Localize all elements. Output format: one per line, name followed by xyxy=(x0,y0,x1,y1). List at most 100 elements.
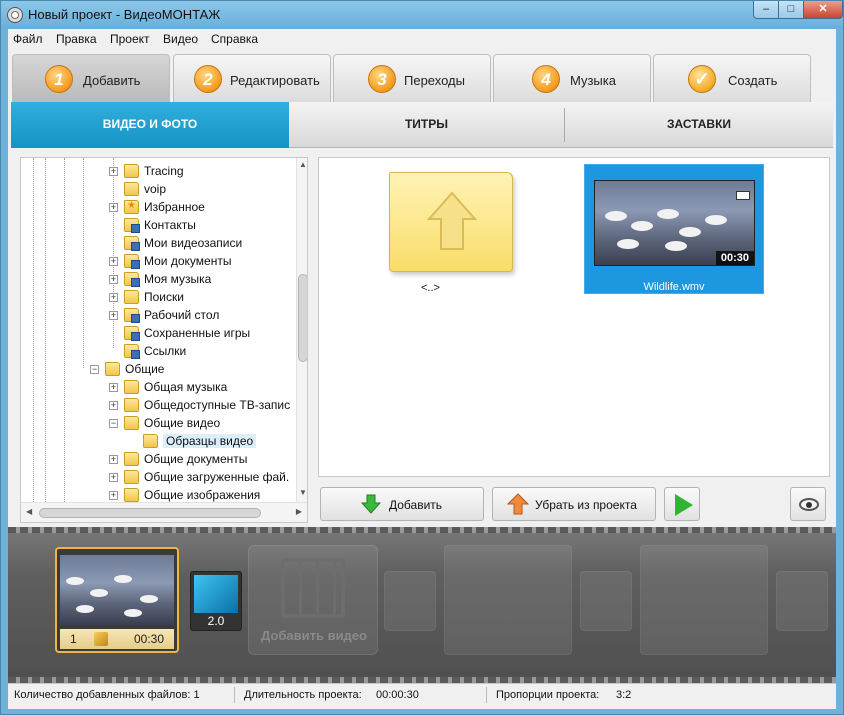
expand-icon[interactable]: + xyxy=(109,256,118,266)
add-button[interactable]: Добавить xyxy=(320,487,484,521)
ratio-label: Пропорции проекта: xyxy=(496,689,600,701)
subtab-intros[interactable]: ЗАСТАВКИ xyxy=(565,102,833,148)
thumbnail-detail xyxy=(140,595,158,603)
tab-add[interactable]: 1 Добавить xyxy=(12,54,170,104)
expand-icon[interactable]: + xyxy=(109,490,118,500)
thumbnail-detail xyxy=(631,221,653,231)
transition-tile[interactable]: 2.0 xyxy=(190,571,242,631)
film-sprocket xyxy=(8,527,836,533)
expand-icon xyxy=(128,437,137,446)
title-bar: Новый проект - ВидеоМОНТАЖ – □ ✕ xyxy=(1,1,843,29)
video-file-tile[interactable]: 00:30 Wildlife.wmv xyxy=(584,164,764,294)
tree-item[interactable]: + Общие загруженные фай. xyxy=(109,468,289,486)
expand-icon xyxy=(109,239,118,248)
menu-project[interactable]: Проект xyxy=(110,32,150,46)
collapse-icon[interactable]: − xyxy=(109,418,118,428)
expand-icon[interactable]: + xyxy=(109,454,118,464)
tree-item[interactable]: + Моя музыка xyxy=(109,270,211,288)
menu-bar: Файл Правка Проект Видео Справка xyxy=(8,29,836,49)
tree-item[interactable]: + Общая музыка xyxy=(109,378,227,396)
tab-transitions[interactable]: 3 Переходы xyxy=(333,54,491,102)
scroll-right-icon[interactable]: ▶ xyxy=(296,507,302,516)
scroll-down-icon[interactable]: ▼ xyxy=(297,488,307,500)
tree-item[interactable]: Ссылки xyxy=(109,342,186,360)
transition-duration: 2.0 xyxy=(207,614,225,628)
expand-icon[interactable]: + xyxy=(109,202,118,212)
subtab-titles[interactable]: ТИТРЫ xyxy=(289,102,564,148)
scroll-left-icon[interactable]: ◀ xyxy=(26,507,32,516)
tree-item-label: Поиски xyxy=(144,290,184,304)
expand-icon[interactable]: + xyxy=(109,292,118,302)
expand-icon[interactable]: + xyxy=(109,382,118,392)
eye-icon xyxy=(799,498,819,511)
music-folder-icon xyxy=(124,272,140,287)
tree-item[interactable]: + Общедоступные ТВ-запис xyxy=(109,396,290,414)
tree-horizontal-scrollbar[interactable]: ◀ ▶ xyxy=(21,502,307,522)
expand-icon[interactable]: + xyxy=(109,274,118,284)
tree-item[interactable]: + Избранное xyxy=(109,198,205,216)
tree-item-label: Общие документы xyxy=(144,452,248,466)
tab-edit[interactable]: 2 Редактировать xyxy=(173,54,331,102)
tree-item[interactable]: Мои видеозаписи xyxy=(109,234,242,252)
empty-transition-slot xyxy=(384,571,436,631)
tree-item[interactable]: + Рабочий стол xyxy=(109,306,219,324)
tab-music[interactable]: 4 Музыка xyxy=(493,54,651,102)
close-button[interactable]: ✕ xyxy=(803,1,843,19)
tab-create[interactable]: ✓ Создать xyxy=(653,54,811,102)
tree-guide-line xyxy=(83,158,84,368)
tree-item[interactable]: − Общие xyxy=(90,360,164,378)
tree-item-selected[interactable]: Образцы видео xyxy=(128,432,257,450)
tree-item-label: Мои документы xyxy=(144,254,232,268)
expand-icon[interactable]: + xyxy=(109,472,118,482)
tree-item[interactable]: + Мои документы xyxy=(109,252,231,270)
menu-file[interactable]: Файл xyxy=(13,32,43,46)
timeline-clip[interactable]: 1 00:30 xyxy=(55,547,179,653)
tree-item-label: Общие изображения xyxy=(144,488,261,502)
parent-folder-tile[interactable] xyxy=(389,172,513,272)
pencil-icon[interactable] xyxy=(94,632,108,646)
step-1-icon: 1 xyxy=(45,65,73,93)
searches-folder-icon xyxy=(124,290,139,304)
expand-icon[interactable]: + xyxy=(109,400,118,410)
storyboard-timeline: 1 00:30 2.0 Добавить видео xyxy=(8,527,836,683)
tree-item[interactable]: voip xyxy=(109,180,166,198)
folder-tree[interactable]: + Tracing voip + Избранное Контакты Мои ви… xyxy=(20,157,308,523)
tree-vertical-scrollbar[interactable]: ▲ ▼ xyxy=(296,158,307,502)
scroll-thumb[interactable] xyxy=(298,274,307,362)
video-duration: 00:30 xyxy=(715,251,754,265)
menu-video[interactable]: Видео xyxy=(163,32,198,46)
play-button[interactable] xyxy=(664,487,700,521)
remove-from-project-button[interactable]: Убрать из проекта xyxy=(492,487,656,521)
ratio-value: 3:2 xyxy=(616,689,632,701)
add-video-slot[interactable]: Добавить видео xyxy=(248,545,378,655)
minimize-button[interactable]: – xyxy=(753,1,779,19)
favorites-folder-icon xyxy=(124,200,139,214)
remove-button-label: Убрать из проекта xyxy=(535,498,637,512)
empty-clip-slot xyxy=(640,545,768,655)
collapse-icon[interactable]: − xyxy=(90,364,99,374)
expand-icon[interactable]: + xyxy=(109,166,118,176)
tree-item[interactable]: Сохраненные игры xyxy=(109,324,250,342)
expand-icon[interactable]: + xyxy=(109,310,118,320)
tree-item-label: Мои видеозаписи xyxy=(144,236,243,250)
preview-button[interactable] xyxy=(790,487,826,521)
tree-guide-line xyxy=(33,158,34,502)
saved-games-folder-icon xyxy=(124,326,140,341)
tree-item[interactable]: − Общие видео xyxy=(109,414,220,432)
tree-item-label: Общедоступные ТВ-запис xyxy=(144,398,291,412)
scroll-thumb[interactable] xyxy=(39,508,261,518)
tree-item[interactable]: + Tracing xyxy=(109,162,184,180)
tree-item[interactable]: + Поиски xyxy=(109,288,184,306)
maximize-button[interactable]: □ xyxy=(778,1,804,19)
video-camera-icon xyxy=(736,191,750,200)
play-icon xyxy=(675,494,693,516)
thumbnail-detail xyxy=(66,577,84,585)
menu-help[interactable]: Справка xyxy=(211,32,258,46)
window-title: Новый проект - ВидеоМОНТАЖ xyxy=(28,7,221,22)
subtab-video-photo[interactable]: ВИДЕО И ФОТО xyxy=(11,102,289,148)
tree-item[interactable]: Контакты xyxy=(109,216,196,234)
menu-edit[interactable]: Правка xyxy=(56,32,97,46)
clip-number: 1 xyxy=(70,632,77,646)
tree-item[interactable]: + Общие документы xyxy=(109,450,247,468)
scroll-up-icon[interactable]: ▲ xyxy=(297,160,307,172)
